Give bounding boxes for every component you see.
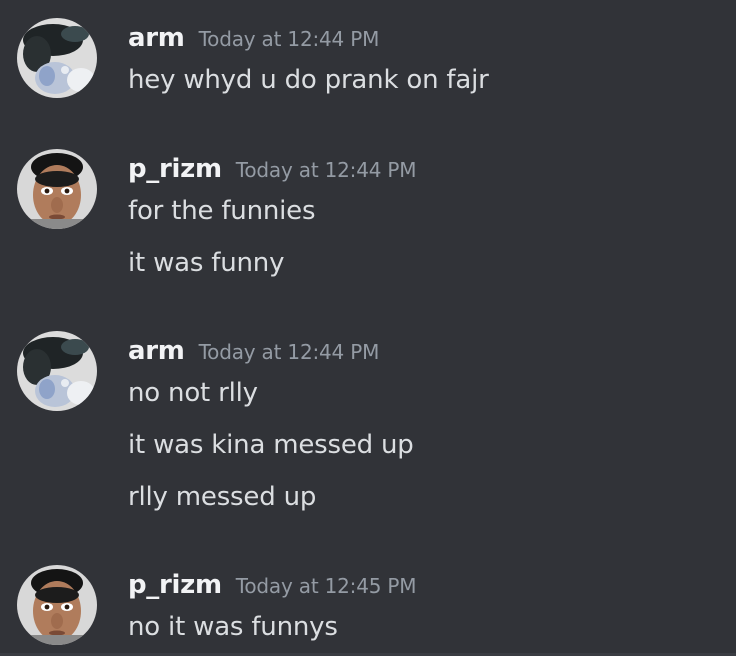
chat-messages: arm Today at 12:44 PM hey whyd u do prank… (0, 0, 736, 656)
timestamp[interactable]: Today at 12:44 PM (199, 27, 380, 51)
message-header: arm Today at 12:44 PM (128, 18, 379, 58)
username[interactable]: p_rizm (128, 570, 222, 600)
p-rizm-avatar-icon (17, 149, 97, 229)
avatar[interactable] (17, 149, 97, 229)
message-header: arm Today at 12:44 PM (128, 331, 379, 371)
message-text: it was funny (128, 248, 285, 278)
avatar[interactable] (17, 565, 97, 645)
message-text: rlly messed up (128, 482, 317, 512)
message-text: no it was funnys (128, 612, 338, 642)
message-text: no not rlly (128, 378, 258, 408)
timestamp[interactable]: Today at 12:45 PM (236, 574, 417, 598)
avatar[interactable] (17, 18, 97, 98)
arm-avatar-icon (17, 331, 97, 411)
username[interactable]: arm (128, 336, 185, 366)
p-rizm-avatar-icon (17, 565, 97, 645)
message-header: p_rizm Today at 12:45 PM (128, 565, 417, 605)
message-text: hey whyd u do prank on fajr (128, 65, 489, 95)
message-header: p_rizm Today at 12:44 PM (128, 149, 417, 189)
timestamp[interactable]: Today at 12:44 PM (236, 158, 417, 182)
message-text: it was kina messed up (128, 430, 414, 460)
arm-avatar-icon (17, 18, 97, 98)
avatar[interactable] (17, 331, 97, 411)
username[interactable]: p_rizm (128, 154, 222, 184)
username[interactable]: arm (128, 23, 185, 53)
timestamp[interactable]: Today at 12:44 PM (199, 340, 380, 364)
message-text: for the funnies (128, 196, 316, 226)
